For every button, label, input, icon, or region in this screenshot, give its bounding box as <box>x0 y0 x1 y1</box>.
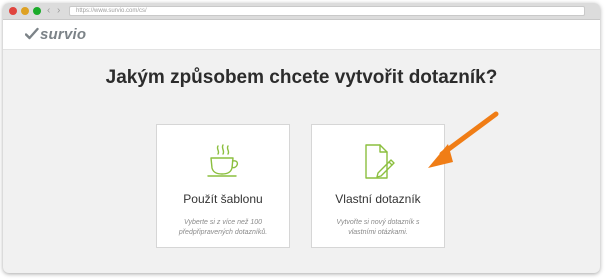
use-template-title: Použít šablonu <box>183 192 263 206</box>
use-template-card[interactable]: Použít šablonu Vyberte si z více než 100… <box>156 124 290 248</box>
coffee-cup-icon <box>207 144 239 177</box>
use-template-description: Vyberte si z více než 100 předpřipravený… <box>178 219 268 236</box>
back-button[interactable]: ‹ <box>47 4 50 18</box>
custom-survey-description: Vytvořte si nový dotazník s vlastními ot… <box>336 219 420 236</box>
address-bar-url: https://www.survio.com/cs/ <box>76 8 147 14</box>
close-window-button[interactable] <box>9 7 17 15</box>
orange-arrow-icon <box>428 111 499 168</box>
forward-button[interactable]: › <box>57 4 60 18</box>
checkmark-logo-icon <box>25 27 39 40</box>
survio-logo[interactable]: survio <box>25 25 87 43</box>
document-pencil-icon <box>365 144 395 179</box>
browser-window: ‹ › https://www.survio.com/cs/ survio Ja… <box>3 3 600 273</box>
custom-survey-title: Vlastní dotazník <box>335 192 421 206</box>
minimize-window-button[interactable] <box>21 7 29 15</box>
logo-text: survio <box>40 25 87 43</box>
maximize-window-button[interactable] <box>33 7 41 15</box>
site-header: survio <box>3 20 600 50</box>
page-title: Jakým způsobem chcete vytvořit dotazník? <box>105 67 498 88</box>
address-bar[interactable]: https://www.survio.com/cs/ <box>69 6 585 16</box>
browser-toolbar: ‹ › https://www.survio.com/cs/ <box>3 3 600 20</box>
